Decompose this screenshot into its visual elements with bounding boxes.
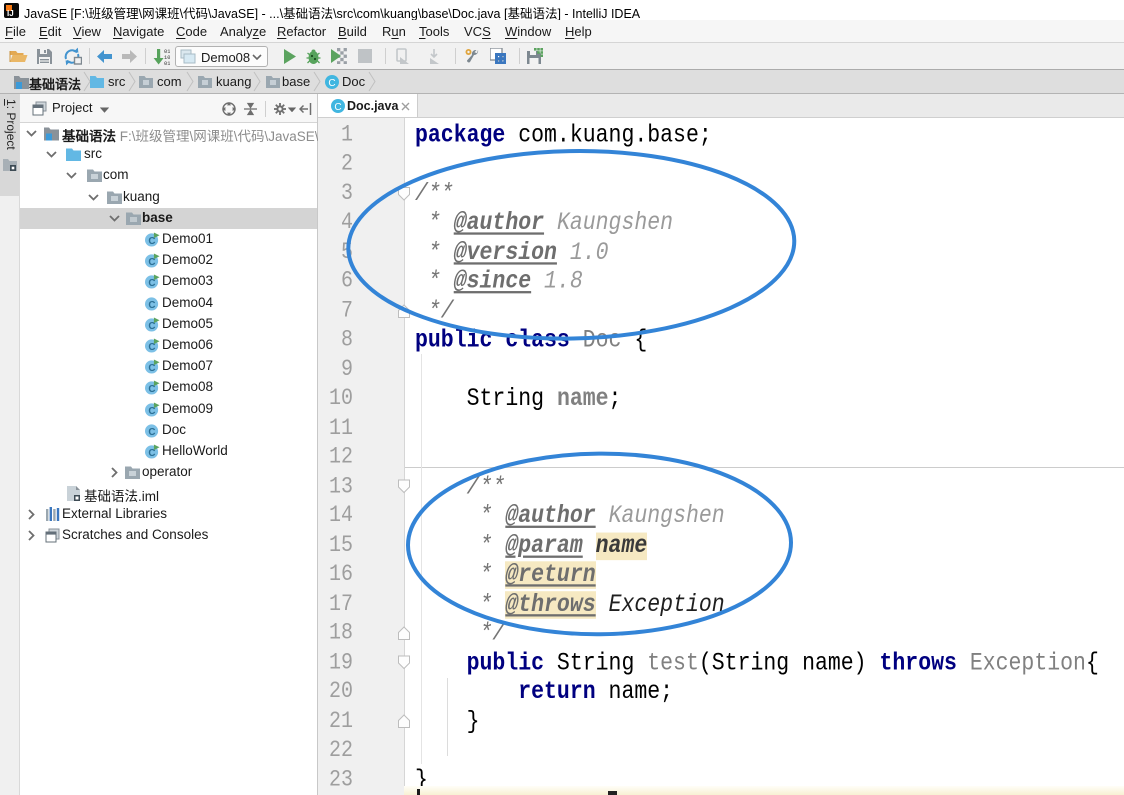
svg-text:C: C (148, 300, 155, 311)
svg-text:C: C (148, 427, 155, 438)
svg-text:IJ: IJ (7, 9, 14, 18)
svg-text:C: C (334, 102, 341, 113)
svg-text:C: C (328, 78, 335, 89)
svg-text:01: 01 (164, 61, 170, 66)
